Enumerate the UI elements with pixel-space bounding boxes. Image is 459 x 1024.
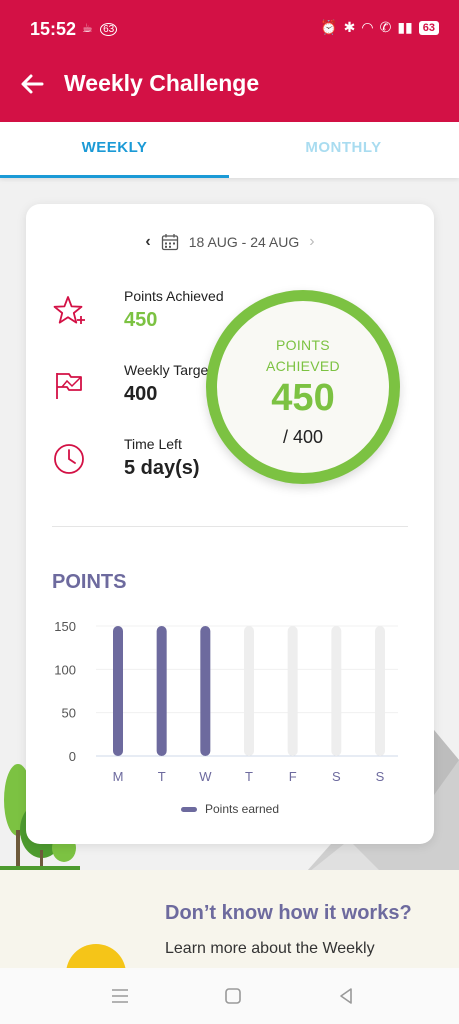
- system-icons: ⏰ ✱ ◠ ✆ ▮▮ 63: [320, 19, 439, 36]
- wifi-icon: ◠: [361, 19, 374, 35]
- y-tick-label: 50: [62, 706, 76, 721]
- flag-icon: [56, 373, 82, 399]
- divider: [52, 526, 408, 527]
- system-nav-bar: [0, 968, 459, 1024]
- x-tick-label: M: [113, 769, 124, 784]
- back-icon[interactable]: [334, 984, 358, 1008]
- bar-track: [331, 626, 342, 756]
- points-achieved-label: Points Achieved: [124, 288, 224, 304]
- chart-legend: Points earned: [26, 802, 434, 816]
- how-it-works-section[interactable]: Don’t know how it works? Learn more abou…: [0, 870, 459, 994]
- status-bar: 15:52 ☕ 63 ⏰ ✱ ◠ ✆ ▮▮ 63: [0, 0, 459, 58]
- tab-bar: WEEKLY MONTHLY: [0, 122, 459, 178]
- challenge-card: ‹ 18 AUG - 24 AUG › Points Achieved 450 …: [26, 204, 434, 844]
- time-left-label: Time Left: [124, 436, 182, 452]
- bar-track: [287, 626, 298, 756]
- bar: [200, 626, 211, 756]
- points-section-title: POINTS: [52, 571, 127, 593]
- weekly-target-value: 400: [124, 383, 158, 405]
- tab-monthly[interactable]: MONTHLY: [229, 122, 458, 178]
- clock-icon: [54, 444, 84, 474]
- date-range-label: 18 AUG - 24 AUG: [188, 234, 300, 250]
- battery-icon: 63: [418, 20, 439, 35]
- app-bar: Weekly Challenge: [0, 58, 459, 122]
- calendar-icon: [161, 234, 178, 251]
- ring-label-line1: POINTS: [276, 337, 330, 353]
- points-achieved-stat: Points Achieved 450: [52, 288, 232, 338]
- points-progress-ring: POINTS ACHIEVED 450 / 400: [206, 290, 400, 484]
- arrow-left-icon[interactable]: [18, 70, 46, 98]
- bar-track: [375, 626, 385, 756]
- tab-weekly[interactable]: WEEKLY: [0, 122, 229, 178]
- chevron-left-icon[interactable]: ‹: [145, 233, 150, 251]
- signal-icon: ▮▮: [397, 19, 413, 35]
- bluetooth-icon: ✱: [343, 19, 356, 35]
- legend-swatch: [180, 806, 197, 812]
- legend-label: Points earned: [204, 802, 280, 816]
- points-achieved-value: 450: [124, 309, 158, 331]
- chevron-right-icon[interactable]: ›: [309, 233, 314, 251]
- star-plus-icon: [53, 296, 85, 324]
- how-it-works-subtext: Learn more about the Weekly: [165, 940, 375, 957]
- y-tick-label: 100: [54, 662, 76, 677]
- x-tick-label: S: [332, 769, 341, 784]
- date-range-selector: ‹ 18 AUG - 24 AUG ›: [26, 230, 434, 254]
- points-bar-chart: 0 50 100 150 M T W T F S S: [54, 619, 398, 784]
- alarm-icon: ⏰: [320, 19, 338, 35]
- y-tick-label: 0: [69, 749, 76, 764]
- page-title: Weekly Challenge: [64, 70, 260, 96]
- menu-icon[interactable]: [108, 984, 132, 1008]
- ring-label-line2: ACHIEVED: [266, 358, 340, 374]
- notification-icons: ☕ 63: [82, 21, 118, 36]
- app-notification-icon: ☕: [82, 21, 93, 35]
- time-left-value: 5 day(s): [124, 457, 200, 479]
- notification-badge: 63: [100, 23, 118, 36]
- weekly-target-label: Weekly Target: [124, 362, 213, 378]
- bar: [156, 626, 167, 756]
- x-tick-label: T: [158, 769, 166, 784]
- weekly-target-stat: Weekly Target 400: [52, 362, 232, 412]
- bar-track: [244, 626, 254, 756]
- home-icon[interactable]: [221, 984, 245, 1008]
- x-tick-label: W: [199, 769, 212, 784]
- how-it-works-headline: Don’t know how it works?: [165, 902, 412, 924]
- y-tick-label: 150: [54, 619, 76, 634]
- call-icon: ✆: [379, 19, 392, 35]
- status-time: 15:52: [30, 19, 77, 39]
- bar: [113, 626, 123, 756]
- x-tick-label: S: [376, 769, 385, 784]
- x-tick-label: F: [289, 769, 297, 784]
- ring-label: POINTS ACHIEVED: [217, 335, 389, 377]
- time-left-stat: Time Left 5 day(s): [52, 436, 232, 486]
- ring-target: / 400: [282, 427, 324, 447]
- ring-value: 450: [271, 377, 335, 419]
- x-tick-label: T: [245, 769, 253, 784]
